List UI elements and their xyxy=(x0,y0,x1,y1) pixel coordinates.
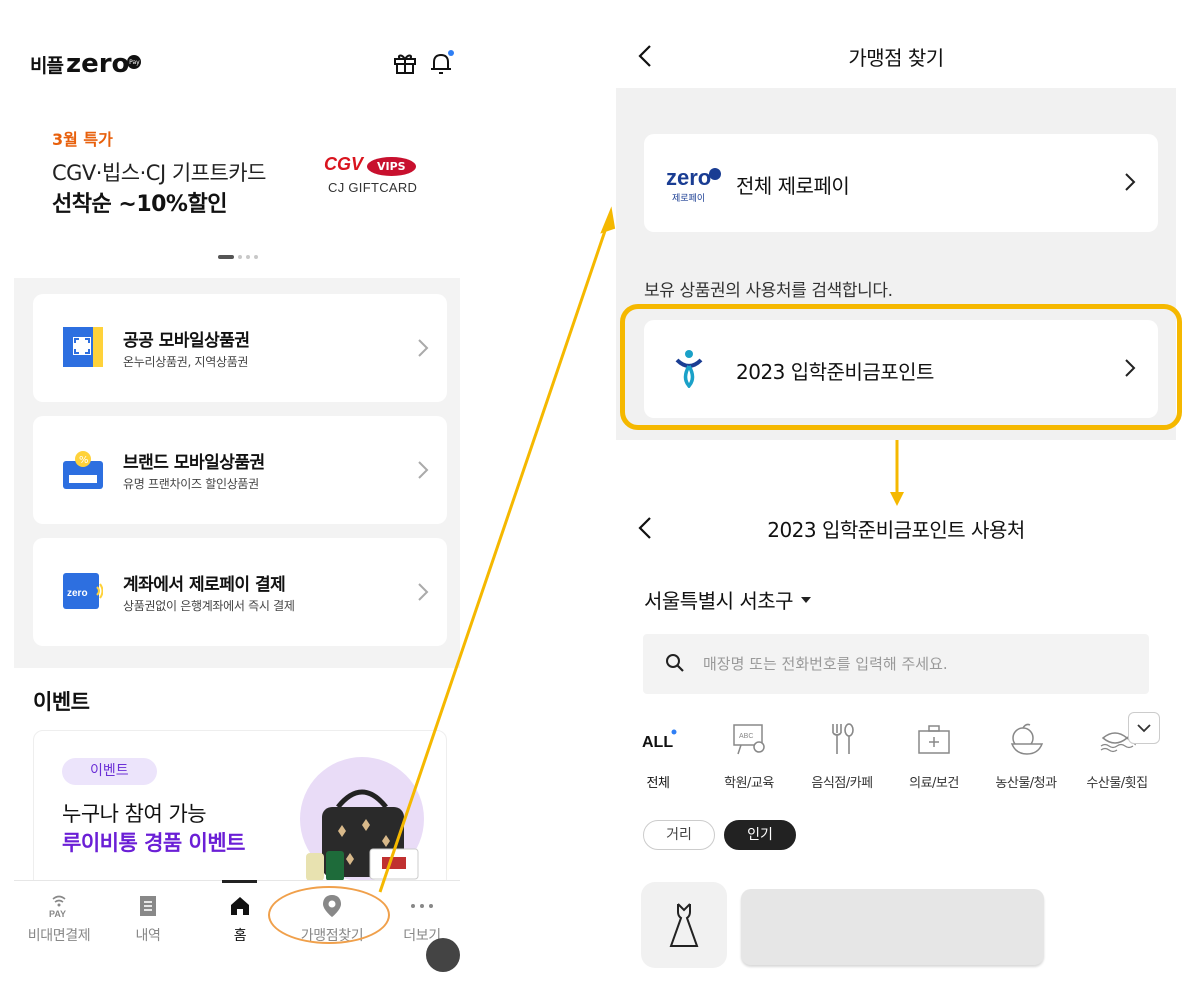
annotation-arrows xyxy=(378,206,904,893)
